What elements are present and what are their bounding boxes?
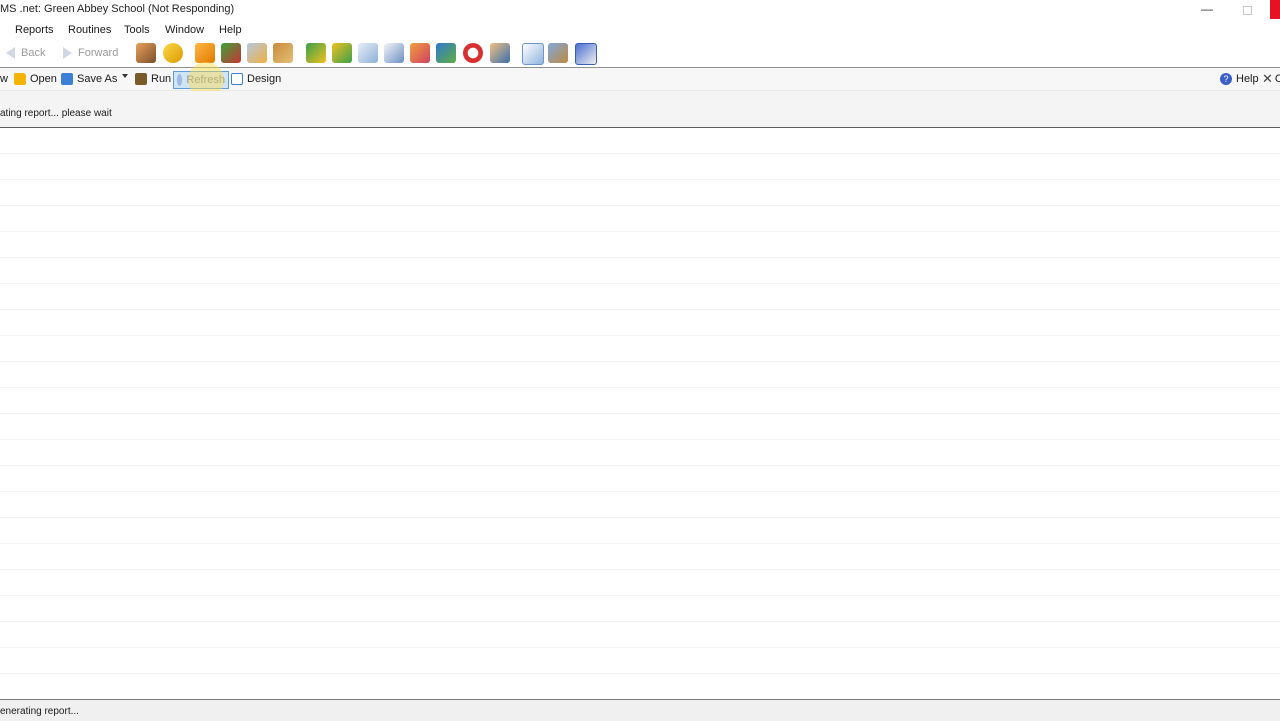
maximize-icon: [1243, 6, 1252, 15]
save-as-button[interactable]: Save As: [61, 71, 117, 87]
design-label: Design: [247, 73, 282, 85]
forward-button[interactable]: Forward: [63, 46, 118, 60]
back-label: Back: [21, 47, 46, 59]
user-icon[interactable]: [490, 43, 510, 63]
students-icon[interactable]: [136, 43, 156, 63]
design-button[interactable]: Design: [231, 71, 281, 87]
run-button[interactable]: Run: [135, 71, 171, 87]
report-content-area: [0, 128, 1280, 699]
mail-icon[interactable]: [522, 43, 544, 65]
minimize-button[interactable]: —: [1198, 2, 1216, 18]
mailbox-icon[interactable]: [548, 43, 568, 63]
grid-icon[interactable]: [332, 43, 352, 63]
save-as-dropdown-icon[interactable]: [122, 74, 128, 78]
menu-help[interactable]: Help: [219, 24, 242, 36]
envelope-icon[interactable]: [247, 43, 267, 63]
design-icon: [231, 73, 243, 85]
title-bar: MS .net: Green Abbey School (Not Respond…: [0, 0, 1280, 21]
minimize-icon: —: [1201, 2, 1213, 16]
close-icon: ✕: [1262, 71, 1273, 86]
open-button[interactable]: Open: [14, 71, 57, 87]
forward-label: Forward: [78, 47, 119, 59]
status-bar: enerating report...: [0, 699, 1280, 721]
new-button-partial[interactable]: w: [0, 71, 8, 87]
book-icon[interactable]: [195, 43, 215, 63]
forward-arrow-icon: [63, 47, 72, 59]
menu-window[interactable]: Window: [165, 24, 204, 36]
menu-routines[interactable]: Routines: [68, 24, 111, 36]
help-label: Help: [1236, 73, 1259, 85]
status-bar-text: enerating report...: [0, 706, 79, 717]
open-label: Open: [30, 73, 57, 85]
menu-reports[interactable]: Reports: [15, 24, 54, 36]
close-window-button[interactable]: [1270, 0, 1280, 19]
report-status-message: ating report... please wait: [0, 108, 112, 119]
close-report-button[interactable]: ✕ C: [1262, 71, 1280, 87]
navigation-toolbar: Back Forward: [0, 40, 1280, 68]
lightbulb-icon[interactable]: [163, 43, 183, 63]
edit-icon[interactable]: [384, 43, 404, 63]
back-arrow-icon: [6, 47, 15, 59]
close-report-label: C: [1274, 73, 1280, 85]
home-icon[interactable]: [436, 43, 456, 63]
window-title: MS .net: Green Abbey School (Not Respond…: [0, 3, 235, 15]
report-status-area: ating report... please wait: [0, 91, 1280, 128]
flag-icon[interactable]: [221, 43, 241, 63]
menu-bar: Reports Routines Tools Window Help: [0, 21, 1280, 40]
menu-tools[interactable]: Tools: [124, 24, 150, 36]
back-button[interactable]: Back: [6, 46, 45, 60]
save-as-label: Save As: [77, 73, 118, 85]
maximize-button[interactable]: [1240, 2, 1254, 18]
refresh-icon: [177, 74, 183, 86]
calendar-icon[interactable]: [575, 43, 597, 65]
run-icon: [135, 73, 147, 85]
help-button[interactable]: ? Help: [1220, 71, 1259, 87]
clock-icon[interactable]: [463, 43, 483, 63]
staff-icon[interactable]: [410, 43, 430, 63]
folder-icon: [14, 73, 26, 85]
library-icon[interactable]: [273, 43, 293, 63]
help-icon: ?: [1220, 73, 1232, 85]
run-label: Run: [151, 73, 172, 85]
timetable-icon[interactable]: [306, 43, 326, 63]
notebook-icon[interactable]: [358, 43, 378, 63]
save-icon: [61, 73, 73, 85]
